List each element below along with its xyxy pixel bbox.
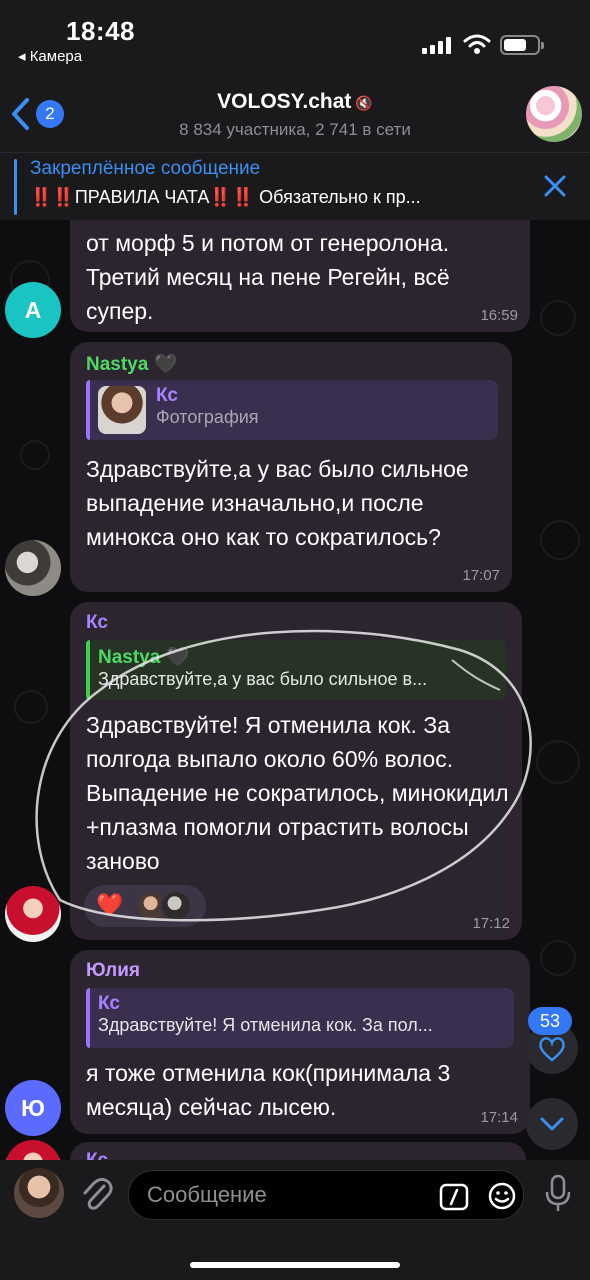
home-indicator (190, 1262, 400, 1268)
cellular-signal-icon (422, 37, 452, 54)
sender-name: Юлия (86, 960, 140, 981)
pinned-text: ‼️‼️ПРАВИЛА ЧАТА‼️‼️ Обязательно к пр... (30, 187, 421, 207)
chevron-down-icon (540, 1117, 564, 1131)
message-time: 17:14 (480, 1109, 518, 1126)
message-field (128, 1170, 524, 1220)
paperclip-icon[interactable] (80, 1176, 114, 1214)
avatar[interactable]: Ю (5, 1080, 61, 1136)
message-list[interactable]: от морф 5 и потом от генеролона. Третий … (0, 220, 590, 1160)
microphone-icon[interactable] (544, 1174, 572, 1214)
bot-commands-icon[interactable] (439, 1183, 469, 1211)
close-icon[interactable] (542, 173, 568, 199)
chat-avatar[interactable] (526, 86, 582, 142)
send-as-avatar[interactable] (14, 1168, 64, 1218)
avatar-letter: Ю (21, 1095, 45, 1121)
pinned-message-bar[interactable]: Закреплённое сообщение ‼️‼️ПРАВИЛА ЧАТА‼… (0, 152, 590, 220)
scroll-down-button[interactable] (526, 1098, 578, 1150)
chat-header: 2 VOLOSY.chat 🔇 8 834 участника, 2 741 в … (0, 80, 590, 152)
unread-reactions-badge: 53 (528, 1007, 572, 1035)
reply-text: Здравствуйте! Я отменила кок. За пол... (98, 1015, 433, 1035)
wifi-icon (463, 34, 491, 54)
chat-member-count: 8 834 участника, 2 741 в сети (179, 120, 411, 139)
pinned-indicator (14, 159, 17, 215)
pinned-title: Закреплённое сообщение (30, 158, 261, 179)
message-bubble[interactable]: Кс (70, 1142, 526, 1160)
message-bubble[interactable]: Юлия Кс Здравствуйте! Я отменила кок. За… (70, 950, 530, 1134)
battery-icon (500, 35, 544, 55)
status-time: 18:48 (66, 16, 135, 46)
message-text: я тоже отменила кок(принимала 3 месяца) … (86, 1060, 451, 1120)
reply-author: Кс (98, 993, 120, 1014)
chat-title-text: VOLOSY.chat (217, 90, 352, 113)
back-to-app-link[interactable]: ◂ Камера (18, 47, 82, 65)
heart-icon (539, 1037, 565, 1062)
sender-name: Кс (86, 1150, 108, 1160)
status-bar: 18:48 ◂ Камера (0, 0, 590, 80)
muted-icon: 🔇 (355, 95, 373, 111)
message-input[interactable] (147, 1171, 427, 1219)
reply-preview[interactable]: Кс Здравствуйте! Я отменила кок. За пол.… (86, 988, 514, 1048)
chat-title[interactable]: VOLOSY.chat 🔇 (0, 90, 590, 114)
emoji-icon[interactable] (487, 1181, 517, 1211)
